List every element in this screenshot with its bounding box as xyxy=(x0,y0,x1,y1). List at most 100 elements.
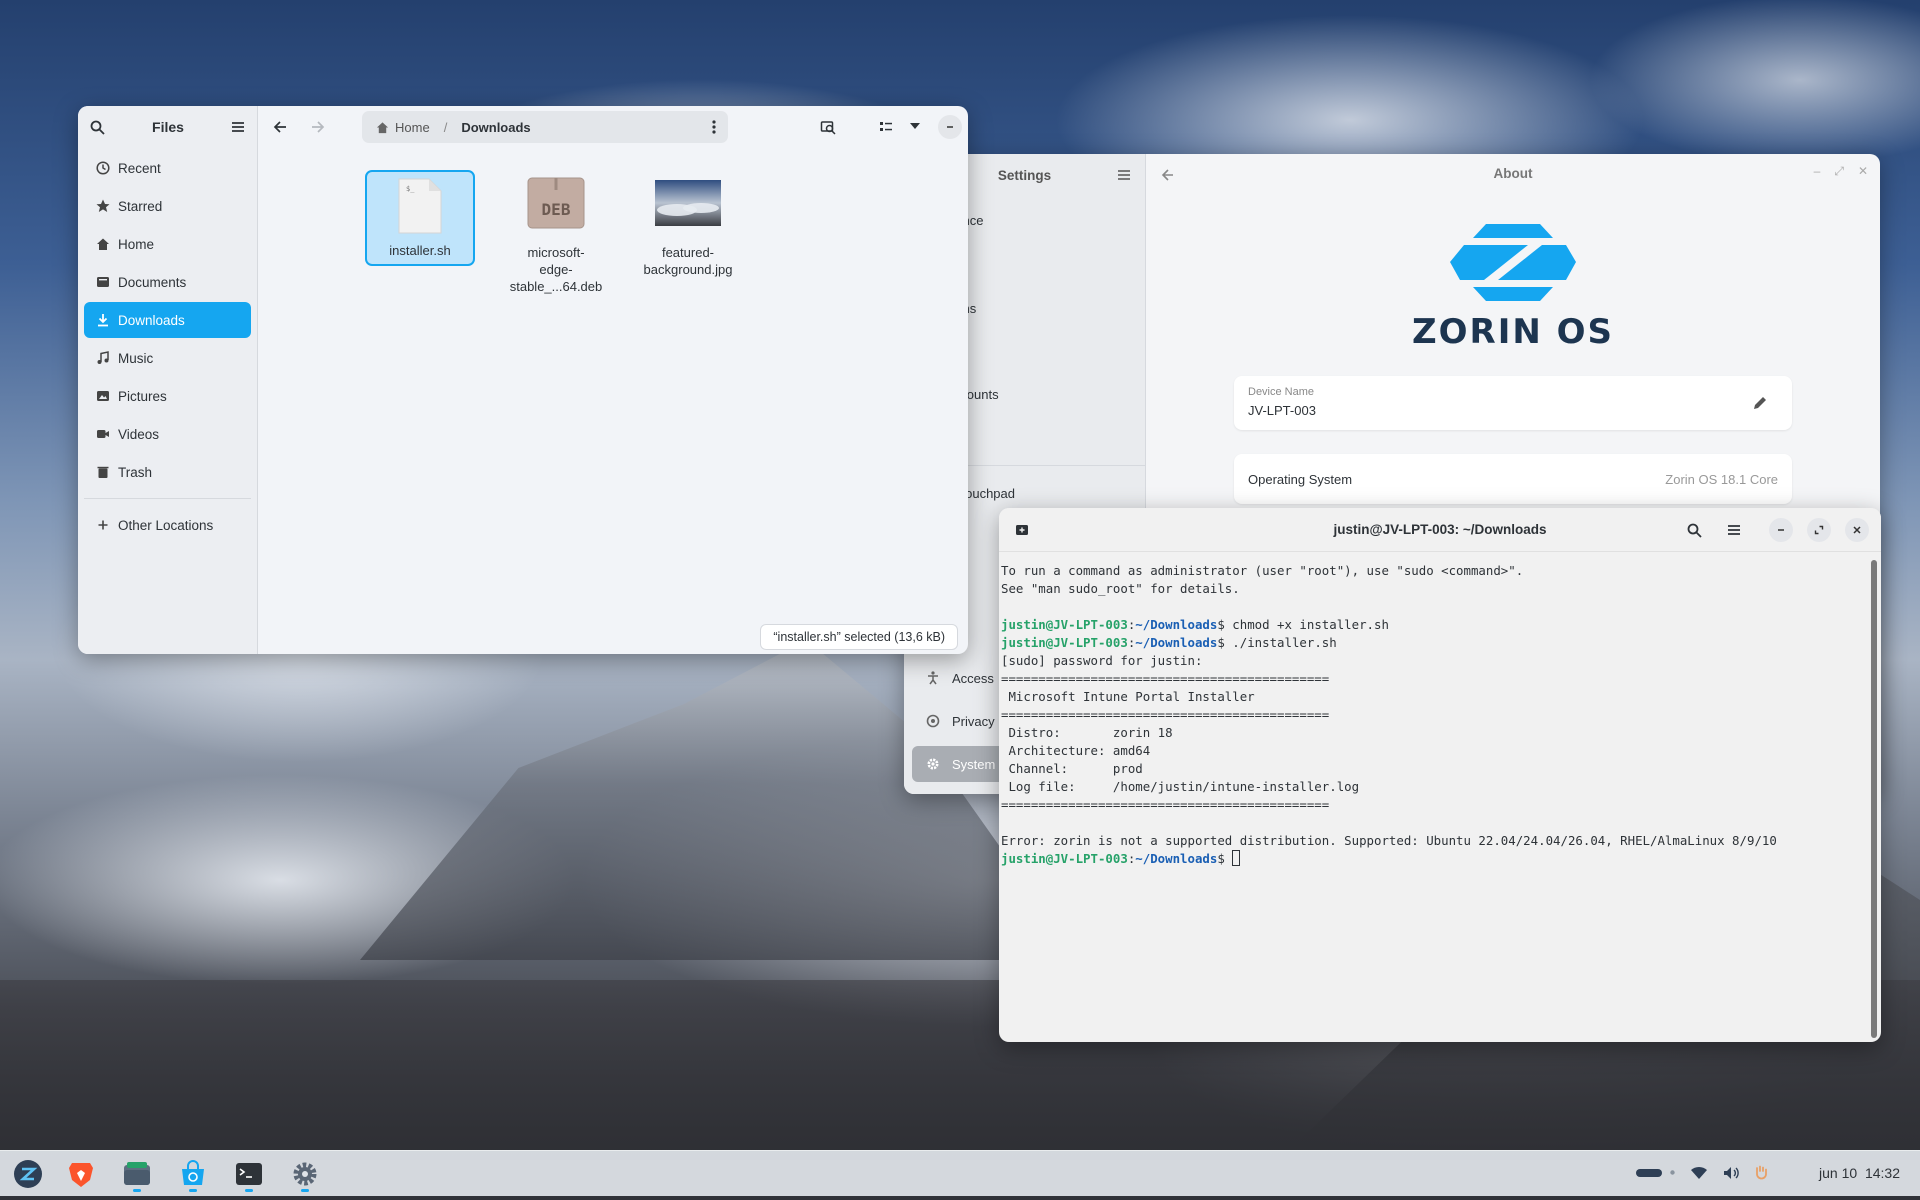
os-value: Zorin OS 18.1 Core xyxy=(1665,472,1778,487)
system-tray xyxy=(1636,1165,1767,1180)
terminal-line: Distro: zorin 18 xyxy=(1001,725,1173,740)
minimize-icon[interactable]: – xyxy=(1814,164,1821,179)
terminal-prompt-line: justin@JV-LPT-003:~/Downloads$ xyxy=(1001,850,1867,868)
picture-icon xyxy=(96,389,110,403)
device-name-value: JV-LPT-003 xyxy=(1248,403,1316,418)
search-icon[interactable] xyxy=(90,120,105,135)
sidebar-item-videos[interactable]: Videos xyxy=(84,416,251,452)
device-name-row[interactable]: Device Name JV-LPT-003 xyxy=(1234,376,1792,430)
minimize-icon xyxy=(1778,529,1784,531)
gear-icon xyxy=(926,757,940,771)
terminal-prompt-line: justin@JV-LPT-003:~/Downloads$ ./install… xyxy=(1001,635,1337,650)
file-item-microsoft-edge-deb[interactable]: DEB microsoft- edge- stable_...64.deb xyxy=(501,174,611,295)
path-menu-icon[interactable] xyxy=(712,120,716,134)
minimize-icon xyxy=(947,126,953,128)
selection-status: “installer.sh” selected (13,6 kB) xyxy=(760,624,958,650)
settings-icon xyxy=(293,1162,317,1186)
forward-button[interactable] xyxy=(310,119,326,135)
back-arrow-icon xyxy=(273,121,286,133)
search-folder-icon[interactable] xyxy=(820,119,836,135)
minimize-button[interactable] xyxy=(1769,518,1793,542)
taskbar-app-settings[interactable] xyxy=(286,1155,324,1193)
close-icon[interactable]: ✕ xyxy=(1858,164,1868,179)
search-icon[interactable] xyxy=(1687,523,1702,538)
software-icon xyxy=(182,1160,204,1185)
trash-icon xyxy=(96,465,110,479)
hamburger-menu-icon[interactable] xyxy=(231,120,245,134)
zorin-menu-button[interactable] xyxy=(9,1155,47,1193)
taskbar-app-files[interactable] xyxy=(118,1155,156,1193)
battery-indicator-icon[interactable] xyxy=(1636,1168,1675,1178)
path-home-button[interactable]: Home xyxy=(376,120,430,135)
image-thumbnail xyxy=(638,174,738,232)
sidebar-item-music[interactable]: Music xyxy=(84,340,251,376)
forward-arrow-icon xyxy=(312,121,325,133)
files-sidebar-header: Files xyxy=(78,106,257,148)
script-file-icon: $_ xyxy=(367,172,473,234)
terminal-scrollbar[interactable] xyxy=(1871,560,1877,1038)
pencil-icon[interactable] xyxy=(1752,395,1768,411)
terminal-line: Log file: /home/justin/intune-installer.… xyxy=(1001,779,1360,794)
terminal-output[interactable]: To run a command as administrator (user … xyxy=(1001,554,1867,1042)
star-icon xyxy=(96,199,110,213)
terminal-icon xyxy=(236,1163,262,1185)
terminal-error-line: Error: zorin is not a supported distribu… xyxy=(1001,833,1777,848)
zorin-logo: ZORIN OS xyxy=(1368,222,1658,352)
terminal-line: Microsoft Intune Portal Installer xyxy=(1001,689,1255,704)
terminal-line: ========================================… xyxy=(1001,797,1330,812)
view-options-chevron-down-icon[interactable] xyxy=(910,122,920,130)
clock-icon xyxy=(96,161,110,175)
document-icon xyxy=(96,275,110,289)
svg-text:DEB: DEB xyxy=(542,200,571,219)
volume-icon[interactable] xyxy=(1723,1166,1739,1180)
maximize-icon[interactable]: ⤢ xyxy=(1834,164,1844,179)
maximize-button[interactable] xyxy=(1807,518,1831,542)
terminal-line: ========================================… xyxy=(1001,707,1330,722)
file-item-featured-background-jpg[interactable]: featured- background.jpg xyxy=(638,174,738,278)
home-icon xyxy=(96,237,110,251)
plus-icon xyxy=(96,518,110,532)
back-button[interactable] xyxy=(272,119,288,135)
wifi-icon[interactable] xyxy=(1691,1166,1707,1180)
files-app-title: Files xyxy=(152,119,184,135)
video-icon xyxy=(96,427,110,441)
terminal-prompt-line: justin@JV-LPT-003:~/Downloads$ chmod +x … xyxy=(1001,617,1389,632)
accessibility-icon xyxy=(926,671,940,685)
terminal-line: [sudo] password for justin: xyxy=(1001,653,1203,668)
close-icon xyxy=(1853,526,1861,534)
sidebar-item-other-locations[interactable]: Other Locations xyxy=(84,507,251,543)
operating-system-row: Operating System Zorin OS 18.1 Core xyxy=(1234,454,1792,504)
view-list-icon[interactable] xyxy=(879,120,893,134)
files-content: Home / Downloads $_ installer.sh DEB mic… xyxy=(258,106,968,654)
sidebar-item-documents[interactable]: Documents xyxy=(84,264,251,300)
sidebar-item-pictures[interactable]: Pictures xyxy=(84,378,251,414)
hamburger-menu-icon[interactable] xyxy=(1727,523,1741,537)
zorin-logo-text: ZORIN OS xyxy=(1411,312,1615,352)
taskbar-app-brave[interactable] xyxy=(62,1155,100,1193)
accessibility-hand-icon[interactable] xyxy=(1755,1165,1767,1180)
clock[interactable]: jun 10 14:32 xyxy=(1819,1165,1900,1181)
file-label: featured- background.jpg xyxy=(643,245,733,277)
path-current-folder[interactable]: Downloads xyxy=(461,120,530,135)
sidebar-item-home[interactable]: Home xyxy=(84,226,251,262)
deb-package-icon: DEB xyxy=(501,174,611,232)
taskbar-app-terminal[interactable] xyxy=(230,1155,268,1193)
download-icon xyxy=(96,313,110,327)
about-window-controls: – ⤢ ✕ xyxy=(1814,164,1868,179)
sidebar-item-starred[interactable]: Starred xyxy=(84,188,251,224)
taskbar: jun 10 14:32 xyxy=(0,1150,1920,1196)
sidebar-item-downloads[interactable]: Downloads xyxy=(84,302,251,338)
minimize-button[interactable] xyxy=(938,115,962,139)
file-item-installer-sh[interactable]: $_ installer.sh xyxy=(365,170,475,266)
close-button[interactable] xyxy=(1845,518,1869,542)
terminal-line: See "man sudo_root" for details. xyxy=(1001,581,1240,596)
maximize-icon xyxy=(1814,525,1824,535)
sidebar-item-trash[interactable]: Trash xyxy=(84,454,251,490)
brave-icon xyxy=(69,1163,93,1187)
files-headerbar: Home / Downloads xyxy=(258,106,968,148)
sidebar-item-recent[interactable]: Recent xyxy=(84,150,251,186)
about-title: About xyxy=(1493,166,1533,181)
settings-menu-icon[interactable] xyxy=(1117,168,1131,182)
taskbar-app-software[interactable] xyxy=(174,1155,212,1193)
